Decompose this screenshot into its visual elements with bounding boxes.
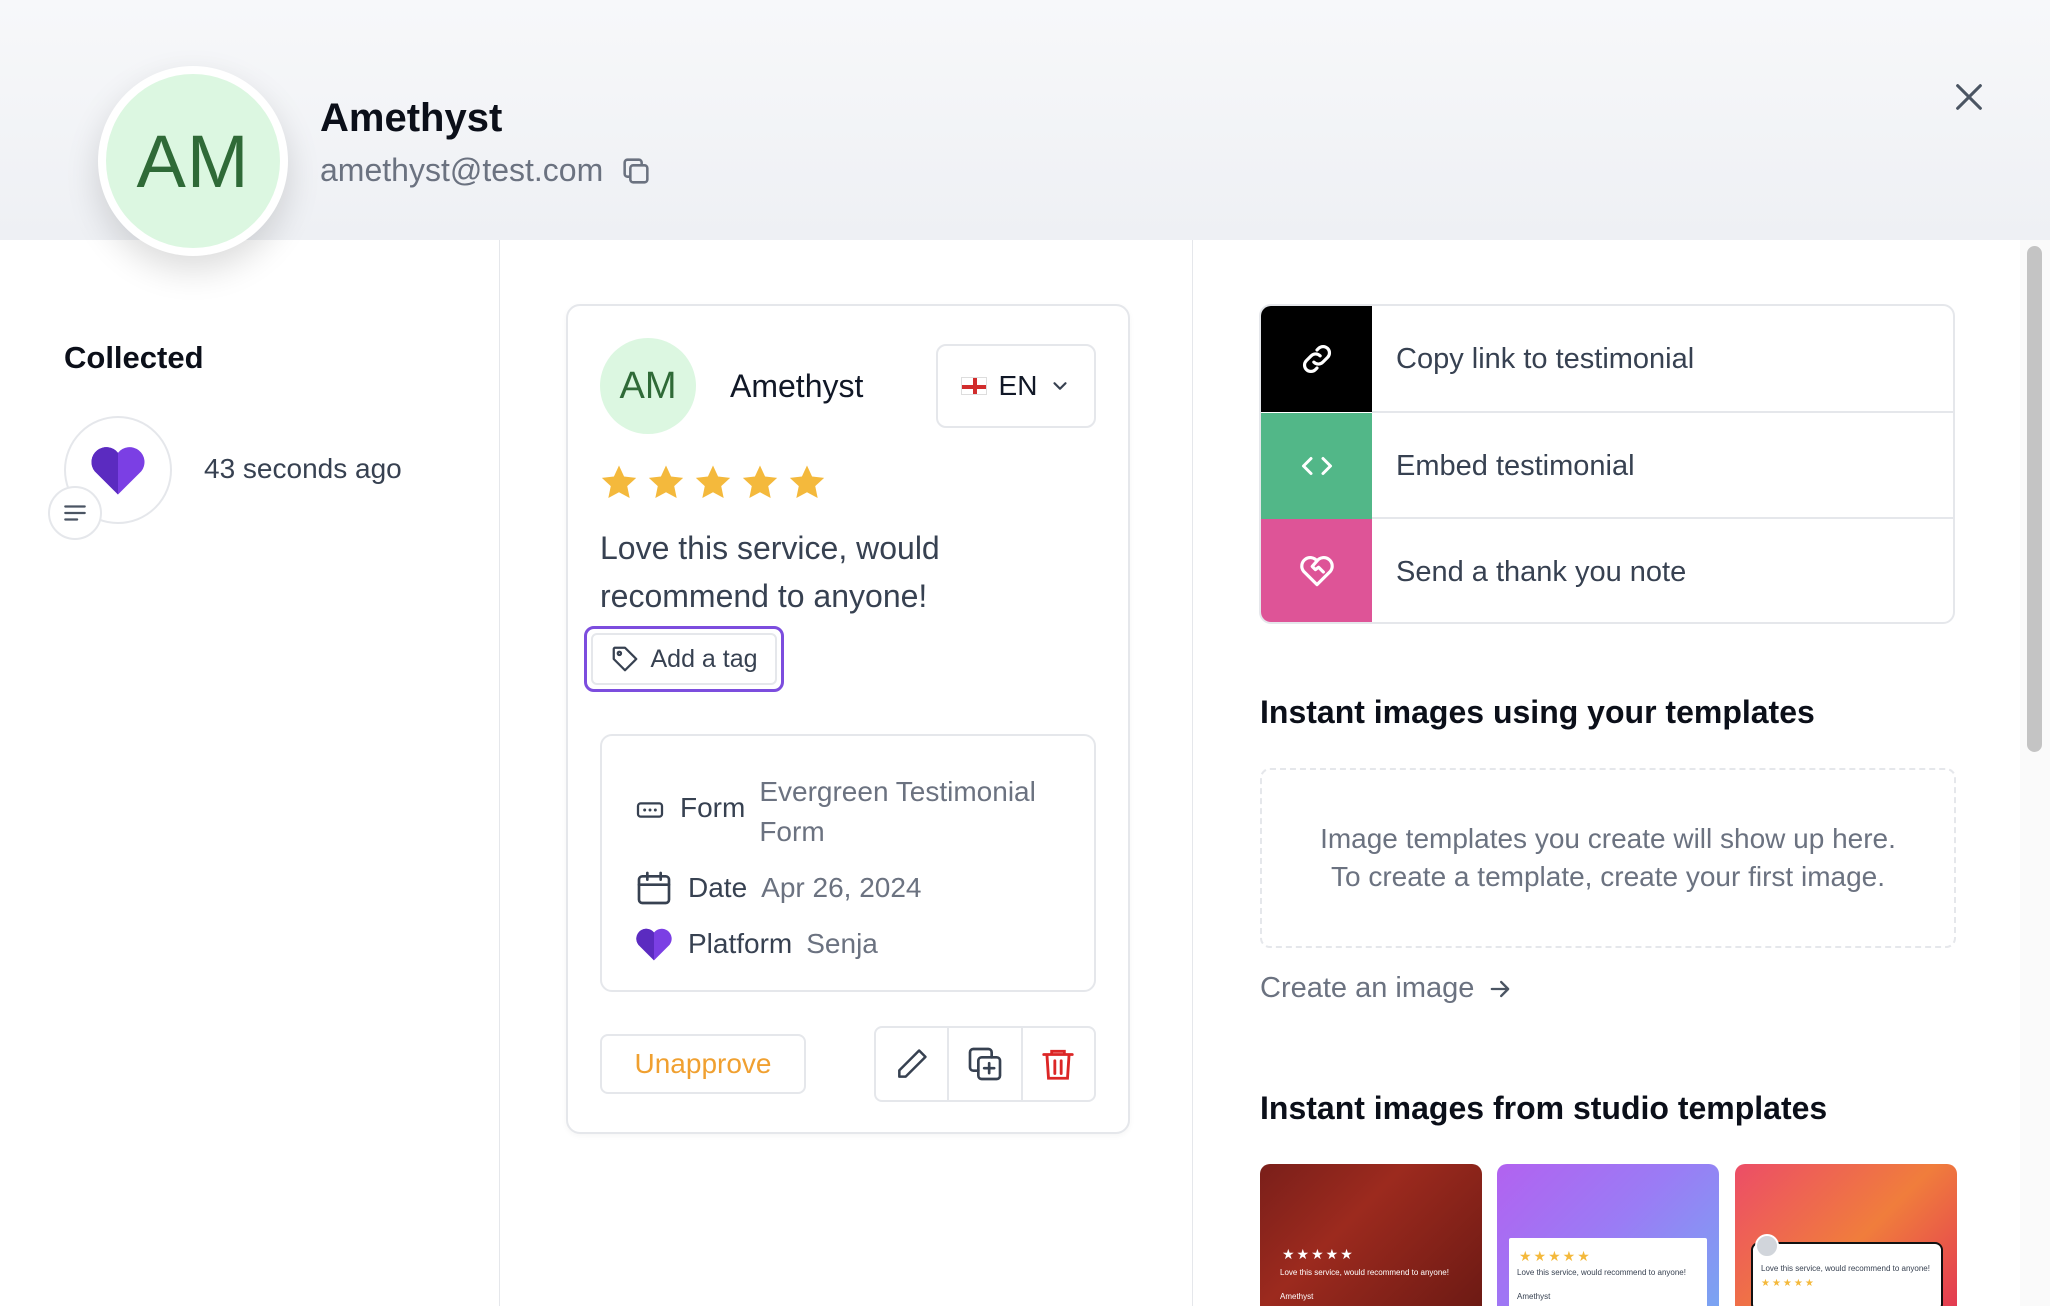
notes-badge[interactable] — [48, 486, 102, 540]
star-icon — [789, 465, 825, 499]
text-lines-icon — [64, 505, 86, 521]
thumb-author: Amethyst — [1517, 1292, 1551, 1301]
contact-email-row: amethyst@test.com — [320, 152, 653, 189]
language-label: EN — [998, 370, 1038, 401]
platform-value: Senja — [806, 928, 878, 959]
form-value: Evergreen Testimonial Form — [759, 776, 1036, 847]
detail-row-platform: Platform Senja — [634, 924, 878, 964]
senja-heart-icon — [636, 928, 672, 961]
star-rating — [598, 462, 828, 504]
reviewer-name: Amethyst — [730, 368, 864, 404]
heart-handshake-icon — [1299, 556, 1334, 587]
testimonial-text: Love this service, would recommend to an… — [600, 530, 940, 614]
form-label: Form — [680, 792, 746, 823]
create-image-label: Create an image — [1260, 972, 1475, 1004]
thank-you-icon-box — [1261, 519, 1372, 622]
thumb-card — [1751, 1242, 1943, 1306]
collected-title: Collected — [64, 340, 204, 375]
testimonial-details: Form Evergreen Testimonial Form Date Apr… — [600, 734, 1096, 992]
add-tag-focus-ring: Add a tag — [584, 626, 784, 692]
close-button[interactable] — [1946, 74, 1992, 120]
close-icon — [1956, 84, 1982, 110]
duplicate-icon — [968, 1047, 1002, 1081]
thank-you-row[interactable]: Send a thank you note — [1261, 519, 1953, 622]
thumb-text: Love this service, would recommend to an… — [1761, 1264, 1930, 1273]
collected-time: 43 seconds ago — [204, 453, 402, 484]
empty-state-line: To create a template, create your first … — [1330, 861, 1886, 892]
thumb-stars: ★★★★★ — [1519, 1248, 1592, 1264]
duplicate-button[interactable] — [947, 1028, 1020, 1100]
testimonial-card: AM Amethyst EN Love this service, would … — [566, 304, 1130, 1134]
tag-icon — [613, 646, 638, 672]
scrollbar-thumb[interactable] — [2027, 246, 2042, 752]
thumb-avatar — [1755, 1234, 1779, 1258]
detail-row-form: Form Evergreen Testimonial Form — [634, 772, 1059, 852]
form-icon — [636, 802, 664, 818]
thumb-text: Love this service, would recommend to an… — [1280, 1268, 1449, 1277]
embed-row[interactable]: Embed testimonial — [1261, 413, 1953, 519]
edit-button[interactable] — [876, 1028, 947, 1100]
delete-button[interactable] — [1020, 1028, 1094, 1100]
copy-link-row[interactable]: Copy link to testimonial — [1261, 306, 1953, 412]
contact-email: amethyst@test.com — [320, 152, 604, 188]
embed-icon-box — [1261, 413, 1372, 519]
arrow-right-icon — [1491, 980, 1510, 997]
share-actions-list: Copy link to testimonial Embed testimoni… — [1259, 304, 1955, 624]
unapprove-label: Unapprove — [634, 1048, 772, 1079]
studio-template-thumbnail[interactable]: ★★★★★ Love this service, would recommend… — [1497, 1164, 1719, 1306]
thumb-stars: ★★★★★ — [1282, 1246, 1355, 1262]
studio-templates-title: Instant images from studio templates — [1260, 1090, 1828, 1126]
trash-icon — [1042, 1049, 1074, 1080]
pencil-icon — [897, 1049, 927, 1078]
code-icon — [1301, 457, 1332, 475]
senja-heart-icon — [91, 447, 145, 495]
studio-template-thumbnail[interactable]: ★★★★★ Love this service, would recommend… — [1260, 1164, 1482, 1306]
platform-label: Platform — [688, 928, 793, 959]
your-templates-title: Instant images using your templates — [1260, 694, 1815, 730]
add-tag-label: Add a tag — [650, 644, 758, 673]
add-tag-button[interactable]: Add a tag — [591, 633, 777, 685]
language-select[interactable]: EN — [936, 344, 1096, 428]
column-divider — [499, 240, 500, 1306]
copy-link-icon-box — [1261, 306, 1372, 412]
empty-state-line: Image templates you create will show up … — [1320, 823, 1896, 854]
contact-avatar-initials: AM — [106, 74, 280, 248]
create-image-link[interactable]: Create an image — [1260, 972, 1514, 1005]
thumb-author: Amethyst — [1280, 1292, 1314, 1301]
unapprove-button[interactable]: Unapprove — [600, 1034, 806, 1094]
thank-you-label: Send a thank you note — [1396, 555, 1687, 588]
profile-header: Amethyst amethyst@test.com — [0, 0, 2050, 240]
card-action-group — [874, 1026, 1096, 1102]
star-icon — [648, 465, 684, 499]
star-icon — [695, 465, 731, 499]
column-divider — [1192, 240, 1193, 1306]
chevron-down-icon — [1053, 382, 1068, 390]
star-icon — [742, 465, 778, 499]
thumb-text: Love this service, would recommend to an… — [1517, 1268, 1686, 1277]
link-icon — [1302, 345, 1331, 373]
contact-name: Amethyst — [320, 96, 503, 140]
star-icon — [601, 465, 637, 499]
studio-template-thumbnail[interactable]: Love this service, would recommend to an… — [1735, 1164, 1957, 1306]
date-value: Apr 26, 2024 — [761, 872, 922, 903]
contact-avatar: AM — [98, 66, 288, 256]
england-flag-icon — [960, 377, 987, 395]
embed-label: Embed testimonial — [1396, 449, 1635, 482]
thumb-stars: ★★★★★ — [1761, 1278, 1816, 1289]
detail-row-date: Date Apr 26, 2024 — [634, 868, 922, 908]
reviewer-avatar: AM — [600, 338, 696, 434]
copy-icon[interactable] — [619, 154, 653, 188]
calendar-icon — [637, 871, 671, 905]
templates-empty-state: Image templates you create will show up … — [1260, 768, 1956, 948]
copy-link-label: Copy link to testimonial — [1396, 342, 1695, 375]
date-label: Date — [688, 872, 748, 903]
